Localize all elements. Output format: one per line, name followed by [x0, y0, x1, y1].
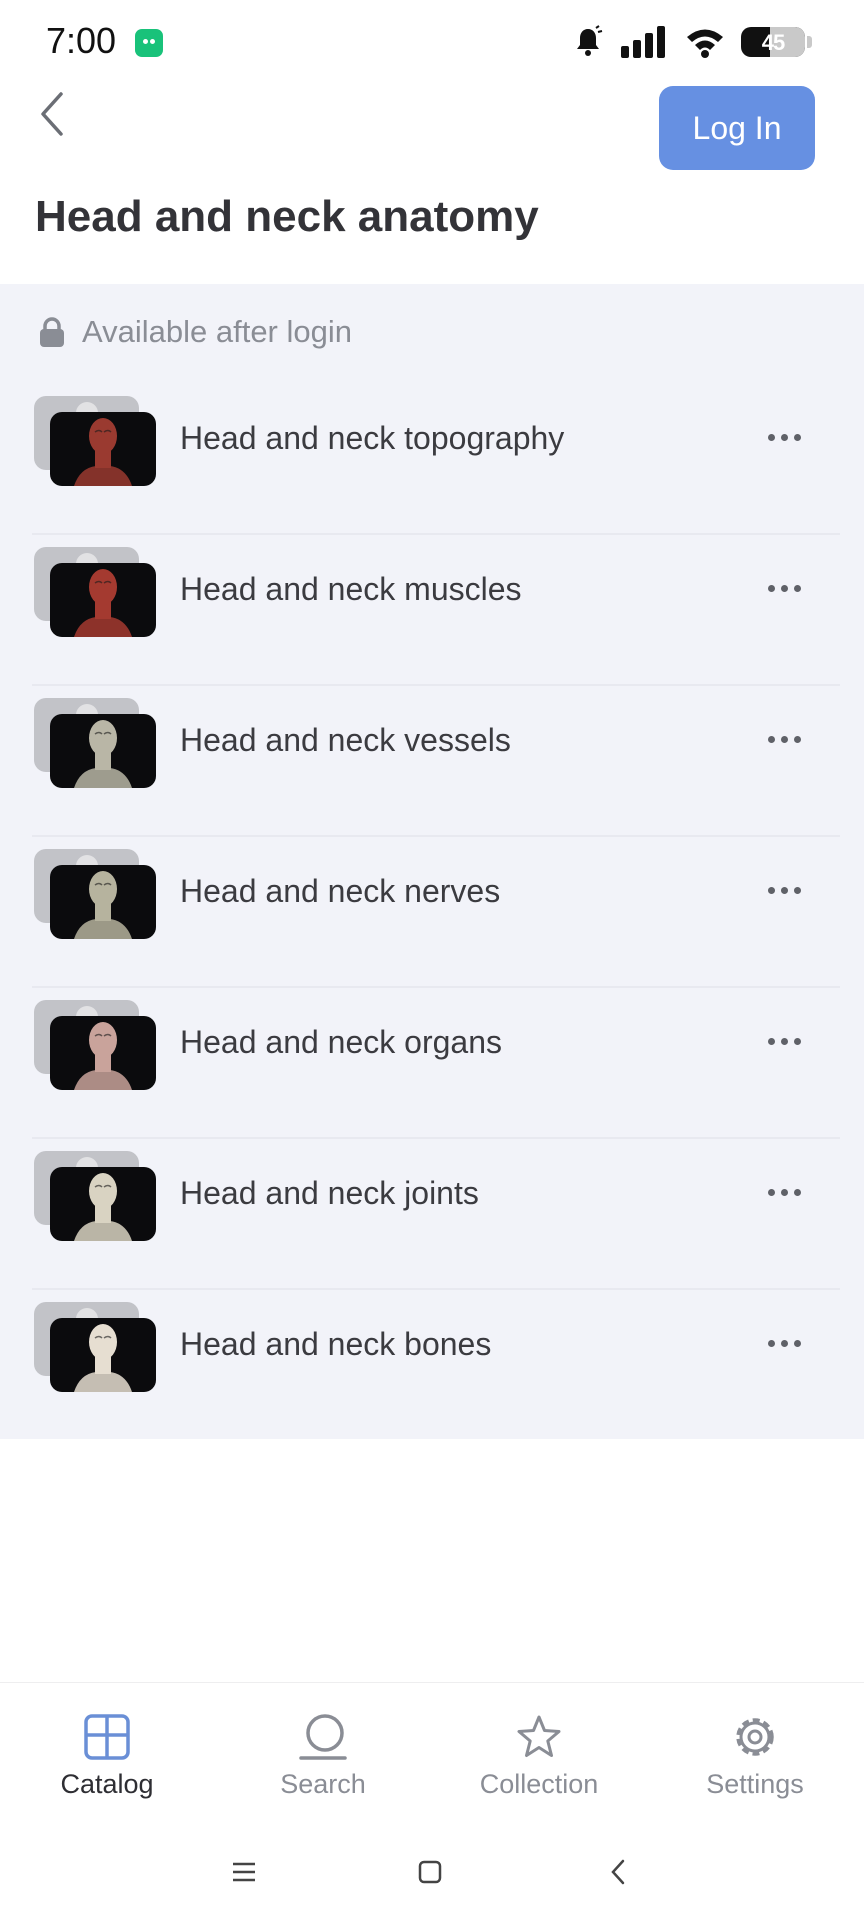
search-icon [299, 1714, 347, 1760]
nav-settings[interactable]: Settings [665, 1713, 845, 1823]
figure-shoulders [74, 919, 132, 939]
chevron-left-icon [41, 92, 63, 136]
more-options-button[interactable] [754, 1318, 814, 1368]
more-options-button[interactable] [754, 1167, 814, 1217]
list-item-label: Head and neck vessels [180, 722, 511, 758]
list-item-label: Head and neck muscles [180, 571, 522, 607]
nav-label: Catalog [60, 1769, 154, 1799]
list-item-label: Head and neck nerves [180, 873, 501, 909]
list-item[interactable]: Head and neck topography [0, 384, 864, 535]
wifi-icon [687, 29, 723, 58]
model-thumbnail [34, 547, 156, 637]
figure-shoulders [74, 768, 132, 788]
lock-icon [40, 317, 64, 347]
model-thumbnail [34, 698, 156, 788]
gear-icon [736, 1718, 774, 1756]
list-item[interactable]: Head and neck vessels [0, 686, 864, 837]
battery-tip [807, 36, 812, 48]
figure-head [89, 720, 117, 756]
list-item-label: Head and neck joints [180, 1175, 479, 1211]
bell-icon [577, 25, 603, 56]
nav-label: Collection [479, 1769, 599, 1799]
figure-head [89, 871, 117, 907]
figure-head [89, 1324, 117, 1360]
more-options-button[interactable] [754, 563, 814, 613]
locked-content-section: Available after login Head and neck topo… [0, 284, 864, 1439]
figure-shoulders [74, 1070, 132, 1090]
home-button[interactable] [406, 1850, 454, 1894]
app-notification-icon [135, 29, 163, 57]
list-item[interactable]: Head and neck muscles [0, 535, 864, 686]
figure-shoulders [74, 1372, 132, 1392]
model-thumbnail [34, 849, 156, 939]
list-item[interactable]: Head and neck joints [0, 1139, 864, 1290]
nav-label: Settings [706, 1769, 804, 1799]
nav-label: Search [280, 1769, 366, 1799]
model-thumbnail [34, 1000, 156, 1090]
status-bar: 7:00 45 [0, 0, 864, 84]
bottom-navigation: Catalog Search Collection Settings [0, 1682, 864, 1823]
more-options-button[interactable] [754, 865, 814, 915]
figure-shoulders [74, 1221, 132, 1241]
list-item[interactable]: Head and neck organs [0, 988, 864, 1139]
model-thumbnail [34, 1302, 156, 1392]
more-options-button[interactable] [754, 412, 814, 462]
more-options-button[interactable] [754, 714, 814, 764]
status-time: 7:00 [46, 20, 117, 61]
system-back-button[interactable] [594, 1850, 642, 1894]
figure-head [89, 418, 117, 454]
list-item[interactable]: Head and neck nerves [0, 837, 864, 988]
model-list: Head and neck topography Head and neck m… [0, 384, 864, 1441]
page-title: Head and neck anatomy [35, 192, 539, 241]
login-button[interactable]: Log In [659, 86, 815, 170]
home-square-icon [418, 1860, 442, 1884]
list-item-label: Head and neck bones [180, 1326, 492, 1362]
figure-head [89, 1022, 117, 1058]
signal-icon [621, 26, 665, 58]
system-navigation-bar [0, 1822, 864, 1920]
catalog-grid-icon [84, 1714, 130, 1760]
lock-notice-text: Available after login [82, 314, 352, 349]
nav-catalog[interactable]: Catalog [17, 1713, 197, 1823]
status-icons: 45 [571, 24, 812, 60]
star-icon [517, 1715, 561, 1757]
back-arrow-icon [611, 1859, 625, 1885]
battery-level: 45 [761, 30, 785, 55]
figure-shoulders [74, 617, 132, 637]
figure-head [89, 1173, 117, 1209]
figure-shoulders [74, 466, 132, 486]
recent-apps-button[interactable] [220, 1850, 268, 1894]
model-thumbnail [34, 396, 156, 486]
list-item-label: Head and neck organs [180, 1024, 502, 1060]
model-thumbnail [34, 1151, 156, 1241]
nav-search[interactable]: Search [233, 1713, 413, 1823]
list-item[interactable]: Head and neck bones [0, 1290, 864, 1441]
menu-icon [233, 1862, 255, 1882]
nav-collection[interactable]: Collection [449, 1713, 629, 1823]
list-item-label: Head and neck topography [180, 420, 565, 456]
more-options-button[interactable] [754, 1016, 814, 1066]
battery-icon: 45 [741, 27, 805, 57]
lock-notice: Available after login [38, 314, 352, 350]
figure-head [89, 569, 117, 605]
back-button[interactable] [30, 84, 74, 144]
